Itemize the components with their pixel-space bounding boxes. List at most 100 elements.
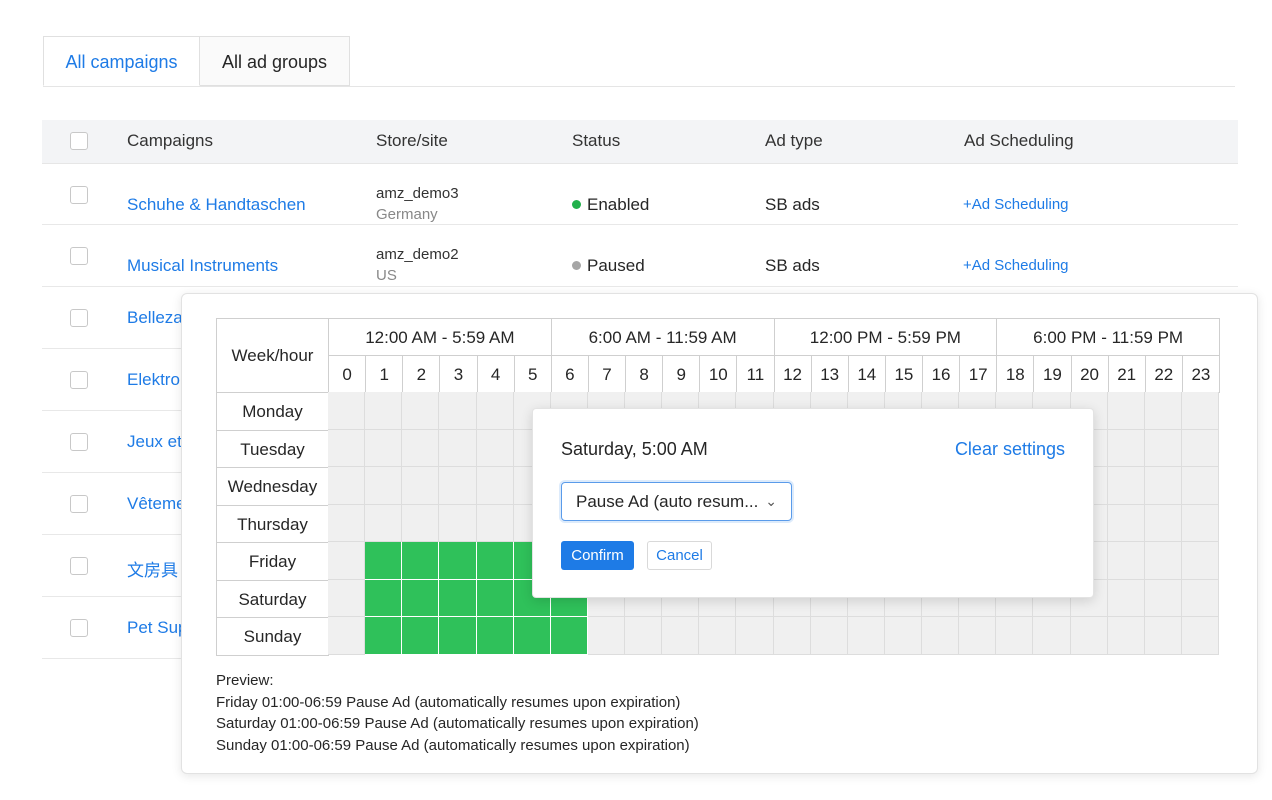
schedule-cell[interactable] <box>439 429 477 467</box>
schedule-cell[interactable] <box>328 542 366 580</box>
schedule-cell[interactable] <box>402 429 440 467</box>
hour-header[interactable]: 21 <box>1107 355 1146 393</box>
row-checkbox[interactable] <box>70 557 88 575</box>
campaign-link[interactable]: Musical Instruments <box>127 256 278 276</box>
campaign-link[interactable]: Vêteme <box>127 494 186 514</box>
cancel-button[interactable]: Cancel <box>647 541 712 570</box>
schedule-cell[interactable] <box>365 579 403 617</box>
schedule-cell[interactable] <box>476 392 514 430</box>
schedule-cell[interactable] <box>476 504 514 542</box>
hour-header[interactable]: 14 <box>847 355 886 393</box>
row-checkbox[interactable] <box>70 309 88 327</box>
schedule-cell[interactable] <box>1144 542 1182 580</box>
schedule-cell[interactable] <box>550 617 588 655</box>
schedule-cell[interactable] <box>996 617 1034 655</box>
campaign-link[interactable]: Schuhe & Handtaschen <box>127 195 306 215</box>
schedule-cell[interactable] <box>365 504 403 542</box>
schedule-cell[interactable] <box>810 617 848 655</box>
hour-header[interactable]: 23 <box>1181 355 1220 393</box>
schedule-cell[interactable] <box>1181 617 1219 655</box>
schedule-cell[interactable] <box>662 617 700 655</box>
schedule-cell[interactable] <box>1107 429 1145 467</box>
row-checkbox[interactable] <box>70 186 88 204</box>
schedule-cell[interactable] <box>365 542 403 580</box>
tab-all-ad-groups[interactable]: All ad groups <box>200 36 350 86</box>
schedule-cell[interactable] <box>1181 542 1219 580</box>
hour-header[interactable]: 7 <box>587 355 626 393</box>
schedule-cell[interactable] <box>439 504 477 542</box>
campaign-link[interactable]: 文房具 <box>127 556 178 581</box>
schedule-cell[interactable] <box>328 579 366 617</box>
schedule-cell[interactable] <box>1181 504 1219 542</box>
hour-header[interactable]: 16 <box>922 355 961 393</box>
schedule-cell[interactable] <box>365 392 403 430</box>
schedule-cell[interactable] <box>513 617 551 655</box>
add-ad-scheduling-link[interactable]: +Ad Scheduling <box>963 196 1069 213</box>
hour-header[interactable]: 2 <box>402 355 441 393</box>
row-checkbox[interactable] <box>70 433 88 451</box>
add-ad-scheduling-link[interactable]: +Ad Scheduling <box>963 257 1069 274</box>
schedule-cell[interactable] <box>402 579 440 617</box>
schedule-cell[interactable] <box>1107 467 1145 505</box>
schedule-cell[interactable] <box>439 467 477 505</box>
schedule-cell[interactable] <box>1144 617 1182 655</box>
hour-header[interactable]: 13 <box>810 355 849 393</box>
schedule-cell[interactable] <box>402 392 440 430</box>
schedule-cell[interactable] <box>736 617 774 655</box>
hour-header[interactable]: 9 <box>662 355 701 393</box>
schedule-cell[interactable] <box>402 617 440 655</box>
schedule-cell[interactable] <box>625 617 663 655</box>
schedule-cell[interactable] <box>1107 579 1145 617</box>
campaign-link[interactable]: Pet Sup <box>127 618 188 638</box>
schedule-cell[interactable] <box>884 617 922 655</box>
row-checkbox[interactable] <box>70 247 88 265</box>
schedule-cell[interactable] <box>1181 579 1219 617</box>
schedule-cell[interactable] <box>365 467 403 505</box>
schedule-cell[interactable] <box>773 617 811 655</box>
hour-header[interactable]: 1 <box>365 355 404 393</box>
schedule-cell[interactable] <box>1107 542 1145 580</box>
tab-all-campaigns[interactable]: All campaigns <box>43 36 200 86</box>
hour-header[interactable]: 18 <box>996 355 1035 393</box>
schedule-cell[interactable] <box>959 617 997 655</box>
schedule-cell[interactable] <box>1181 467 1219 505</box>
action-select[interactable]: Pause Ad (auto resum... ⌄ <box>561 482 792 521</box>
schedule-cell[interactable] <box>439 392 477 430</box>
schedule-cell[interactable] <box>476 617 514 655</box>
schedule-cell[interactable] <box>328 617 366 655</box>
schedule-cell[interactable] <box>476 429 514 467</box>
hour-header[interactable]: 4 <box>476 355 515 393</box>
campaign-link[interactable]: Belleza <box>127 308 183 328</box>
schedule-cell[interactable] <box>439 617 477 655</box>
schedule-cell[interactable] <box>1107 392 1145 430</box>
schedule-cell[interactable] <box>365 617 403 655</box>
row-checkbox[interactable] <box>70 495 88 513</box>
clear-settings-link[interactable]: Clear settings <box>955 439 1065 460</box>
row-checkbox[interactable] <box>70 619 88 637</box>
schedule-cell[interactable] <box>922 617 960 655</box>
schedule-cell[interactable] <box>402 504 440 542</box>
hour-header[interactable]: 11 <box>736 355 775 393</box>
hour-header[interactable]: 6 <box>550 355 589 393</box>
hour-header[interactable]: 0 <box>328 355 367 393</box>
schedule-cell[interactable] <box>1144 429 1182 467</box>
hour-header[interactable]: 19 <box>1033 355 1072 393</box>
schedule-cell[interactable] <box>476 467 514 505</box>
schedule-cell[interactable] <box>1107 617 1145 655</box>
select-all-checkbox[interactable] <box>70 132 88 150</box>
schedule-cell[interactable] <box>439 579 477 617</box>
schedule-cell[interactable] <box>439 542 477 580</box>
schedule-cell[interactable] <box>328 467 366 505</box>
schedule-cell[interactable] <box>328 392 366 430</box>
schedule-cell[interactable] <box>1181 392 1219 430</box>
hour-header[interactable]: 20 <box>1070 355 1109 393</box>
hour-header[interactable]: 15 <box>884 355 923 393</box>
row-checkbox[interactable] <box>70 371 88 389</box>
schedule-cell[interactable] <box>587 617 625 655</box>
hour-header[interactable]: 17 <box>959 355 998 393</box>
hour-header[interactable]: 3 <box>439 355 478 393</box>
hour-header[interactable]: 5 <box>513 355 552 393</box>
schedule-cell[interactable] <box>1144 467 1182 505</box>
schedule-cell[interactable] <box>328 504 366 542</box>
schedule-cell[interactable] <box>402 467 440 505</box>
